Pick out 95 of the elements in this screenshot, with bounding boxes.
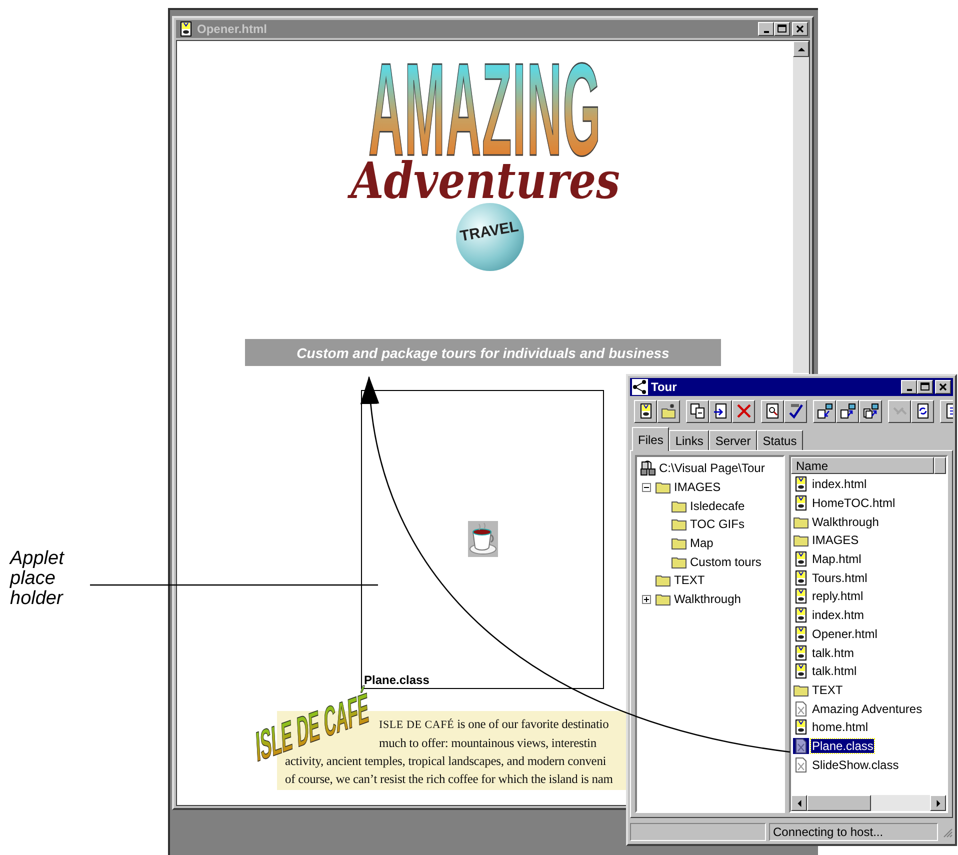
tab[interactable]: Links	[669, 430, 710, 450]
toolbar-button[interactable]	[761, 400, 784, 422]
checkmark-icon	[788, 403, 804, 419]
toolbar-button[interactable]	[784, 400, 807, 422]
file-item[interactable]: talk.html	[811, 664, 858, 678]
page-icon	[638, 403, 654, 419]
network-icon	[632, 379, 648, 395]
window-title: Opener.html	[197, 22, 268, 36]
document-icon	[712, 403, 728, 419]
status-message: Connecting to host...	[769, 822, 938, 840]
file-item[interactable]: HomeTOC.html	[811, 496, 896, 510]
column-header[interactable]: Name	[791, 457, 934, 474]
page-icon	[793, 476, 809, 492]
page-icon	[793, 551, 809, 568]
tree-item[interactable]: TEXT	[674, 573, 705, 588]
file-item[interactable]: index.html	[811, 477, 868, 492]
page-icon	[178, 21, 194, 37]
scroll-up-button[interactable]	[793, 41, 809, 57]
close-button[interactable]	[935, 380, 951, 394]
page-icon	[793, 607, 809, 624]
blank-file-icon	[793, 700, 809, 717]
refresh-icon	[914, 403, 930, 419]
callout-label: Applet place holder	[10, 549, 66, 609]
transfer-icon	[816, 403, 832, 419]
toolbar-button[interactable]	[657, 400, 680, 422]
scroll-thumb[interactable]	[807, 795, 871, 811]
toolbar-button[interactable]	[709, 400, 732, 422]
coffee-cup-icon	[468, 521, 498, 557]
tree-item[interactable]: Walkthrough	[674, 592, 741, 606]
applet-label: Plane.class	[364, 673, 430, 687]
file-item[interactable]: reply.html	[811, 589, 864, 604]
tab[interactable]: Server	[709, 430, 757, 450]
transfer-icon	[840, 403, 856, 419]
resize-grip-icon[interactable]	[941, 826, 953, 838]
file-item[interactable]: Opener.html	[811, 626, 878, 641]
page-icon	[793, 495, 809, 512]
tab[interactable]: Status	[756, 430, 803, 450]
maximize-icon	[777, 24, 787, 34]
blank-file-icon	[793, 756, 809, 773]
file-item[interactable]: index.htm	[811, 608, 866, 622]
file-item[interactable]: Walkthrough	[811, 514, 880, 529]
toolbar-button[interactable]	[911, 400, 934, 422]
paragraph-line: of course, we can’t resist the rich coffee for which the island is nam	[285, 771, 614, 788]
scroll-right-icon[interactable]	[934, 800, 942, 806]
delete-icon	[736, 403, 752, 419]
toolbar-button[interactable]	[686, 400, 709, 422]
window-title: Tour	[651, 380, 677, 394]
file-item[interactable]: IMAGES	[811, 533, 860, 548]
toolbar-button[interactable]	[813, 400, 836, 422]
scroll-left-icon[interactable]	[796, 800, 802, 806]
tree-item[interactable]: TOC GIFs	[690, 517, 744, 532]
page-icon	[793, 644, 809, 661]
tree-item[interactable]: Isledecafe	[690, 498, 745, 513]
server-icon	[640, 460, 656, 476]
tagline-banner: Custom and package tours for individuals and business	[245, 339, 721, 366]
tree-item[interactable]: C:\Visual Page\Tour	[659, 461, 765, 476]
close-icon	[938, 382, 948, 392]
collapse-icon[interactable]	[642, 482, 650, 492]
paragraph-line: ISLE DE CAFÉ is one of our favorite destinatio	[379, 716, 610, 733]
file-item[interactable]: Map.html	[811, 552, 862, 566]
page-icon	[793, 588, 809, 604]
minimize-icon	[906, 389, 912, 391]
globe-badge: TRAVEL	[456, 203, 524, 271]
page-icon	[793, 663, 809, 680]
horizontal-scrollbar[interactable]	[791, 795, 946, 811]
copy-icon	[690, 403, 706, 419]
file-item[interactable]: home.html	[811, 720, 870, 734]
page-icon	[793, 719, 809, 736]
blank-file-icon	[793, 738, 809, 754]
search-icon	[764, 403, 780, 419]
maximize-icon	[920, 382, 930, 392]
file-item[interactable]: Plane.class	[811, 738, 874, 753]
page-icon	[793, 626, 809, 642]
toolbar-button[interactable]	[634, 400, 657, 422]
tree-item[interactable]: Map	[690, 536, 714, 550]
file-item[interactable]: Amazing Adventures	[811, 702, 924, 716]
toolbar-button[interactable]	[859, 400, 882, 422]
tree-item[interactable]: Custom tours	[690, 554, 762, 569]
file-item[interactable]: Tours.html	[811, 570, 868, 585]
close-icon	[795, 24, 805, 34]
toolbar-button[interactable]	[836, 400, 859, 422]
paragraph-line: much to offer: mountainous views, interestin	[379, 735, 598, 752]
minimize-icon	[764, 31, 768, 33]
transfer-icon	[862, 403, 878, 419]
file-item[interactable]: SlideShow.class	[811, 758, 900, 772]
page-icon	[793, 570, 809, 586]
file-item[interactable]: talk.htm	[811, 646, 856, 660]
expand-icon[interactable]	[642, 594, 650, 604]
tab[interactable]: Files	[632, 427, 670, 451]
tree-item[interactable]: IMAGES	[674, 480, 721, 494]
toolbar-button[interactable]	[732, 400, 755, 422]
minimize-button[interactable]	[901, 380, 917, 394]
file-item[interactable]: TEXT	[811, 682, 844, 697]
new-folder-icon	[660, 403, 676, 419]
maximize-button[interactable]	[917, 380, 933, 394]
